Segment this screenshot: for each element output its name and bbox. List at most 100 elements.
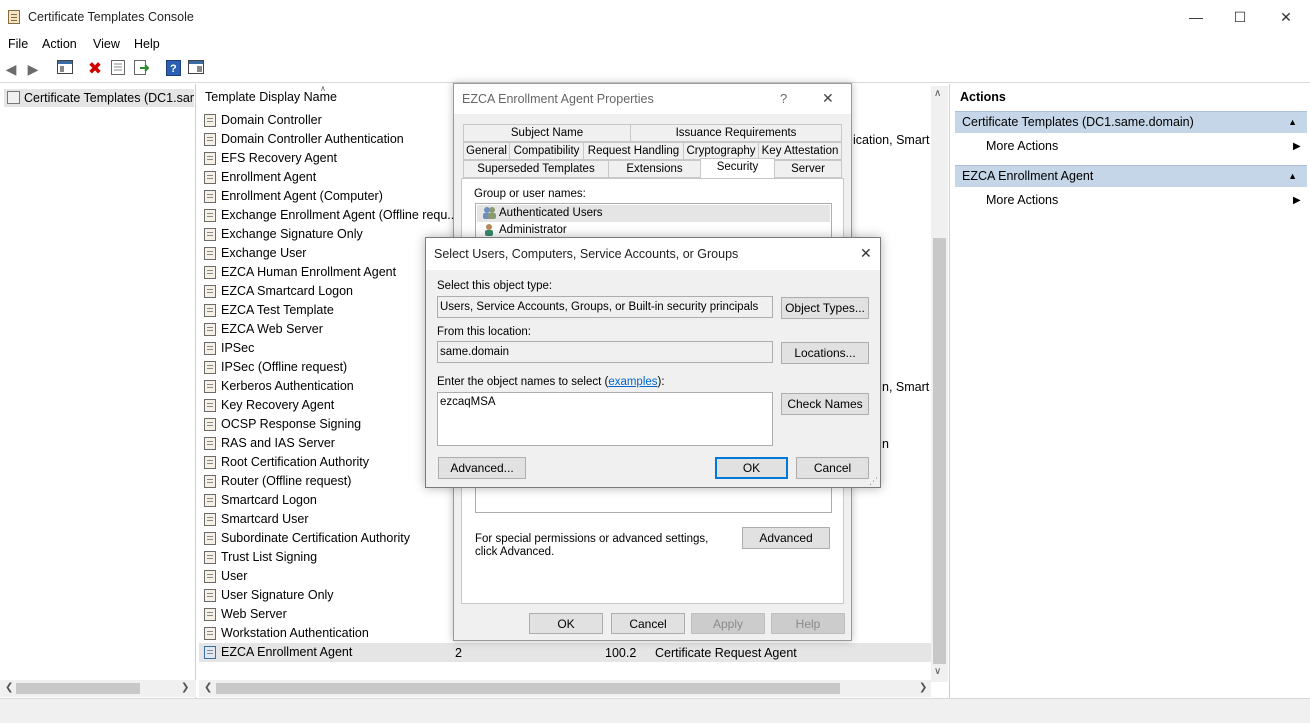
properties-icon[interactable] xyxy=(109,60,127,78)
table-row[interactable]: RAS and IAS Server xyxy=(203,434,403,453)
select-ok-button[interactable]: OK xyxy=(715,457,788,479)
center-horizontal-scrollbar[interactable]: ❮ ❯ xyxy=(199,680,931,697)
left-horizontal-scrollbar[interactable]: ❮ ❯ xyxy=(0,680,196,697)
actions-group-ezca-enrollment-agent[interactable]: EZCA Enrollment Agent ▲ xyxy=(955,165,1307,187)
close-window-button[interactable]: ✕ xyxy=(1276,8,1296,26)
table-row[interactable]: IPSec (Offline request) xyxy=(203,358,403,377)
scroll-right-icon[interactable]: ❯ xyxy=(181,682,189,693)
object-names-input[interactable]: ezcaqMSA xyxy=(437,392,773,446)
table-row[interactable]: User Signature Only xyxy=(203,586,403,605)
user-administrator[interactable]: Administrator xyxy=(499,224,567,236)
table-row[interactable]: Exchange Enrollment Agent (Offline requ.… xyxy=(203,206,458,225)
tab-security[interactable]: Security xyxy=(700,158,775,178)
template-icon xyxy=(204,342,216,355)
table-row[interactable]: EZCA Smartcard Logon xyxy=(203,282,403,301)
table-row[interactable]: EZCA Test Template xyxy=(203,301,403,320)
properties-help-button[interactable]: Help xyxy=(771,613,845,634)
title-bar: Certificate Templates Console — ☐ ✕ xyxy=(0,0,1310,34)
scroll-right-icon[interactable]: ❯ xyxy=(919,682,927,693)
template-name: Exchange Signature Only xyxy=(221,227,363,241)
export-icon[interactable] xyxy=(133,60,151,78)
maximize-button[interactable]: ☐ xyxy=(1230,8,1250,26)
check-names-button[interactable]: Check Names xyxy=(781,393,869,415)
template-row-ezca-enrollment-agent[interactable]: EZCA Enrollment Agent xyxy=(203,643,383,662)
table-row[interactable]: IPSec xyxy=(203,339,403,358)
tab-request-handling[interactable]: Request Handling xyxy=(583,142,684,160)
scroll-up-icon[interactable]: ∧ xyxy=(934,88,941,99)
table-row[interactable]: Kerberos Authentication xyxy=(203,377,403,396)
table-row[interactable]: Subordinate Certification Authority xyxy=(203,529,410,548)
scrollbar-thumb[interactable] xyxy=(216,683,840,694)
delete-icon[interactable]: ✖ xyxy=(86,60,104,78)
menu-file[interactable]: File xyxy=(8,37,28,51)
examples-link[interactable]: examples xyxy=(608,376,657,388)
more-actions-item[interactable]: More Actions xyxy=(986,193,1058,207)
properties-cancel-button[interactable]: Cancel xyxy=(611,613,685,634)
table-row[interactable]: EZCA Human Enrollment Agent xyxy=(203,263,403,282)
select-users-dialog: Select Users, Computers, Service Account… xyxy=(425,237,881,488)
select-cancel-button[interactable]: Cancel xyxy=(796,457,869,479)
center-vertical-scrollbar[interactable]: ∧ ∨ xyxy=(931,86,948,682)
table-row[interactable]: OCSP Response Signing xyxy=(203,415,403,434)
table-row[interactable]: Web Server xyxy=(203,605,403,624)
template-name: Domain Controller Authentication xyxy=(221,132,404,146)
special-permissions-text: For special permissions or advanced sett… xyxy=(475,533,709,558)
table-row[interactable]: EZCA Web Server xyxy=(203,320,403,339)
show-hide-icon[interactable] xyxy=(187,60,205,78)
tab-compatibility[interactable]: Compatibility xyxy=(509,142,584,160)
console-tree-icon[interactable] xyxy=(56,60,74,78)
collapse-up-icon[interactable]: ▲ xyxy=(1288,112,1297,133)
table-row[interactable]: Enrollment Agent xyxy=(203,168,403,187)
tab-superseded-templates[interactable]: Superseded Templates xyxy=(463,160,609,178)
tab-general[interactable]: General xyxy=(463,142,510,160)
tree-item-label: Certificate Templates (DC1.same.domain) xyxy=(24,91,194,105)
scroll-down-icon[interactable]: ∨ xyxy=(934,666,941,677)
table-row[interactable]: Smartcard Logon xyxy=(203,491,403,510)
advanced-search-button[interactable]: Advanced... xyxy=(438,457,526,479)
table-row[interactable]: Enrollment Agent (Computer) xyxy=(203,187,403,206)
table-row[interactable]: User xyxy=(203,567,403,586)
close-dialog-button[interactable]: ✕ xyxy=(822,90,834,107)
column-header-template-display-name[interactable]: Template Display Name xyxy=(205,90,337,104)
table-row[interactable]: Key Recovery Agent xyxy=(203,396,403,415)
locations-button[interactable]: Locations... xyxy=(781,342,869,364)
table-row[interactable]: Trust List Signing xyxy=(203,548,403,567)
table-row[interactable]: Router (Offline request) xyxy=(203,472,403,491)
scrollbar-thumb[interactable] xyxy=(933,238,946,664)
template-name: OCSP Response Signing xyxy=(221,417,362,431)
properties-apply-button[interactable]: Apply xyxy=(691,613,765,634)
scroll-left-icon[interactable]: ❮ xyxy=(204,682,212,693)
tab-issuance-requirements[interactable]: Issuance Requirements xyxy=(630,124,842,142)
advanced-permissions-button[interactable]: Advanced xyxy=(742,527,830,549)
help-button[interactable]: ? xyxy=(780,91,787,106)
table-row[interactable]: Domain Controller Authentication xyxy=(203,130,404,149)
minimize-button[interactable]: — xyxy=(1186,8,1206,26)
user-authenticated-users[interactable]: Authenticated Users xyxy=(499,207,603,219)
table-row[interactable]: Smartcard User xyxy=(203,510,403,529)
table-row[interactable]: Exchange Signature Only xyxy=(203,225,403,244)
table-row[interactable]: Root Certification Authority xyxy=(203,453,403,472)
table-row[interactable]: Domain Controller xyxy=(203,111,403,130)
scroll-left-icon[interactable]: ❮ xyxy=(5,682,13,693)
more-actions-item[interactable]: More Actions xyxy=(986,139,1058,153)
close-dialog-button[interactable]: ✕ xyxy=(860,245,872,262)
properties-ok-button[interactable]: OK xyxy=(529,613,603,634)
help-icon[interactable]: ? xyxy=(164,60,182,78)
menu-view[interactable]: View xyxy=(93,37,120,51)
collapse-up-icon[interactable]: ▲ xyxy=(1288,166,1297,187)
table-row[interactable]: Workstation Authentication xyxy=(203,624,403,643)
tab-subject-name[interactable]: Subject Name xyxy=(463,124,631,142)
back-icon[interactable]: ◀ xyxy=(2,60,20,78)
resize-grip-icon[interactable]: ⋰ xyxy=(869,476,878,487)
menu-help[interactable]: Help xyxy=(134,37,160,51)
object-types-button[interactable]: Object Types... xyxy=(781,297,869,319)
tab-server[interactable]: Server xyxy=(774,160,842,178)
forward-icon[interactable]: ▶ xyxy=(24,60,42,78)
table-row[interactable]: Exchange User xyxy=(203,244,403,263)
table-row[interactable]: EFS Recovery Agent xyxy=(203,149,403,168)
scrollbar-thumb[interactable] xyxy=(16,683,140,694)
menu-action[interactable]: Action xyxy=(42,37,77,51)
tree-item-certificate-templates[interactable]: Certificate Templates (DC1.same.domain) xyxy=(4,89,194,107)
actions-group-certificate-templates[interactable]: Certificate Templates (DC1.same.domain) … xyxy=(955,111,1307,133)
tab-extensions[interactable]: Extensions xyxy=(608,160,701,178)
